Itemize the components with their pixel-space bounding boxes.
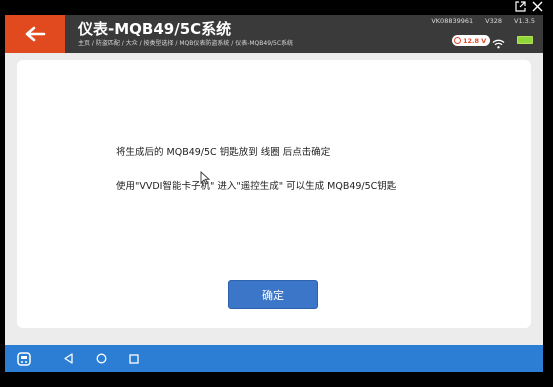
confirm-button[interactable]: 确定 <box>228 280 318 309</box>
page-title: 仪表-MQB49/5C系统 <box>78 20 232 38</box>
voltage-icon <box>454 37 461 44</box>
battery-icon <box>517 36 533 44</box>
main-content: 将生成后的 MQB49/5C 钥匙放到 线圈 后点击确定 使用"VVDI智能卡子… <box>5 53 543 345</box>
device-id: VK08839961 <box>431 17 474 25</box>
version-v: V328 <box>485 17 502 25</box>
voltage-value: 12.8 V <box>463 36 487 45</box>
window-controls <box>515 1 543 16</box>
app-logo-icon[interactable] <box>17 351 31 370</box>
mouse-cursor-icon <box>200 170 211 189</box>
instruction-line-2: 使用"VVDI智能卡子机" 进入"遥控生成" 可以生成 MQB49/5C钥匙 <box>116 181 397 192</box>
app-window: 仪表-MQB49/5C系统 主页 / 防盗匹配 / 大众 / 按类型选择 / M… <box>0 0 553 387</box>
home-circle-icon[interactable] <box>96 353 107 364</box>
system-nav-buttons <box>63 345 139 372</box>
wifi-icon <box>492 34 505 53</box>
app-header: 仪表-MQB49/5C系统 主页 / 防盗匹配 / 大众 / 按类型选择 / M… <box>5 15 543 53</box>
bottom-nav-bar <box>5 345 543 372</box>
arrow-left-icon <box>25 26 46 42</box>
device-info: VK08839961 V328 V1.3.5 <box>431 17 535 25</box>
instruction-line-1: 将生成后的 MQB49/5C 钥匙放到 线圈 后点击确定 <box>116 147 331 158</box>
recents-square-icon[interactable] <box>129 353 139 364</box>
external-link-icon[interactable] <box>515 1 526 16</box>
message-card: 将生成后的 MQB49/5C 钥匙放到 线圈 后点击确定 使用"VVDI智能卡子… <box>17 60 531 328</box>
voltage-badge: 12.8 V <box>452 35 490 46</box>
back-button[interactable] <box>5 15 65 53</box>
breadcrumb: 主页 / 防盗匹配 / 大众 / 按类型选择 / MQB仪表防盗系统 / 仪表-… <box>78 40 294 47</box>
close-icon[interactable] <box>532 1 543 16</box>
version-app: V1.3.5 <box>514 17 535 25</box>
back-triangle-icon[interactable] <box>63 353 74 364</box>
